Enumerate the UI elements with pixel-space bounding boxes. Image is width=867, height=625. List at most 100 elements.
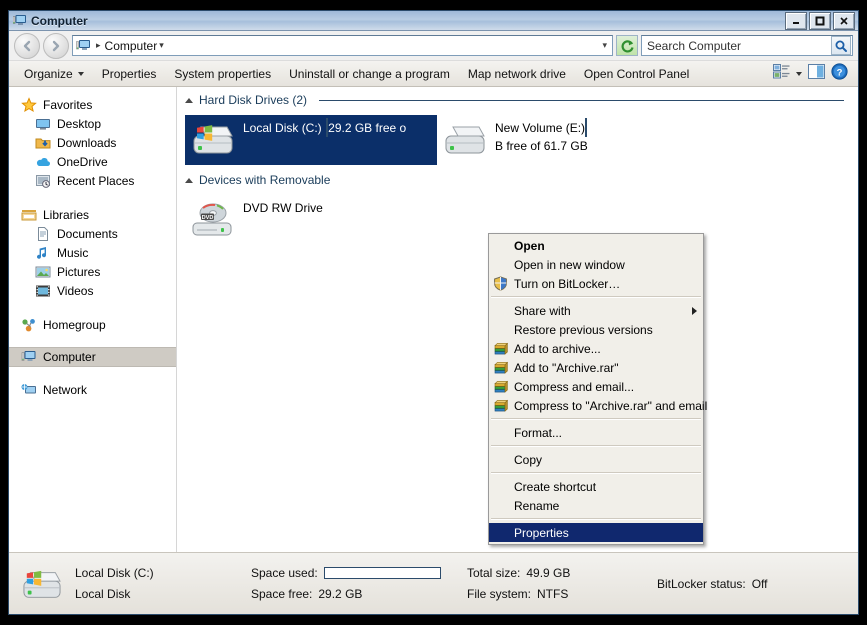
dvd-drive-icon: DVD: [191, 199, 235, 239]
context-menu-label: Open: [514, 238, 545, 253]
preview-pane-icon[interactable]: [808, 63, 825, 84]
sidebar-item-videos[interactable]: Videos: [9, 281, 176, 300]
desktop-background: Computer ▸ Computer ▾ ▾ Search Computer …: [0, 0, 867, 625]
breadcrumb-computer[interactable]: Computer: [105, 39, 158, 53]
collapse-triangle-icon[interactable]: [185, 97, 193, 103]
toolbar-label: Organize: [24, 66, 73, 81]
address-history-dropdown[interactable]: ▾: [602, 40, 610, 51]
sidebar-item-pictures[interactable]: Pictures: [9, 262, 176, 281]
no-icon: [493, 498, 509, 514]
winrar-icon: [493, 341, 509, 357]
details-column-bitlocker: BitLocker status: Off: [657, 566, 846, 601]
command-toolbar: Organize Properties System properties Un…: [9, 61, 858, 87]
drive-free-space: 29.2 GB free o: [328, 121, 407, 135]
toolbar-item-map-network-drive[interactable]: Map network drive: [459, 64, 575, 84]
context-menu-item-copy[interactable]: Copy: [489, 450, 703, 469]
context-menu-item-rename[interactable]: Rename: [489, 496, 703, 515]
context-menu-label: Add to "Archive.rar": [514, 360, 619, 375]
chevron-down-icon[interactable]: [796, 71, 802, 76]
context-menu-label: Create shortcut: [514, 479, 597, 494]
context-menu-item-open-in-new-window[interactable]: Open in new window: [489, 255, 703, 274]
details-total-size-label: Total size:: [467, 566, 521, 580]
collapse-triangle-icon[interactable]: [185, 177, 193, 183]
help-icon[interactable]: ?: [831, 62, 848, 85]
group-header-label: Devices with Removable: [199, 173, 331, 187]
sidebar-item-label: Pictures: [57, 264, 101, 279]
toolbar-item-system-properties[interactable]: System properties: [165, 64, 280, 84]
group-header-removable-devices[interactable]: Devices with Removable: [177, 165, 858, 189]
sidebar-item-computer[interactable]: Computer: [9, 347, 176, 367]
sidebar-item-label: Downloads: [57, 135, 117, 150]
computer-icon: [76, 39, 91, 53]
context-menu-item-create-shortcut[interactable]: Create shortcut: [489, 477, 703, 496]
nav-group-libraries: Libraries Documents Music Pictures Video…: [9, 205, 176, 300]
toolbar-item-open-control-panel[interactable]: Open Control Panel: [575, 64, 698, 84]
sidebar-item-recent-places[interactable]: Recent Places: [9, 171, 176, 190]
context-menu-item-share-with[interactable]: Share with: [489, 301, 703, 320]
sidebar-item-label: Network: [43, 382, 88, 397]
homegroup-icon: [21, 317, 37, 333]
details-column-space: Space used: Space free: 29.2 GB: [251, 566, 441, 601]
context-menu-item-compress-and-email[interactable]: Compress and email...: [489, 377, 703, 396]
search-input[interactable]: Search Computer: [647, 39, 831, 53]
recent-places-icon: [35, 173, 51, 189]
group-header-hard-disk-drives[interactable]: Hard Disk Drives (2): [177, 87, 858, 109]
details-total-size-value: 49.9 GB: [526, 566, 571, 580]
sidebar-item-onedrive[interactable]: OneDrive: [9, 152, 176, 171]
sidebar-item-documents[interactable]: Documents: [9, 224, 176, 243]
sidebar-item-label: Music: [57, 245, 89, 260]
minimize-button[interactable]: [785, 11, 807, 30]
context-menu-item-restore-previous-versions[interactable]: Restore previous versions: [489, 320, 703, 339]
sidebar-item-homegroup[interactable]: Homegroup: [9, 315, 176, 334]
refresh-button[interactable]: [616, 35, 638, 56]
context-menu-item-format[interactable]: Format...: [489, 423, 703, 442]
breadcrumb-bar[interactable]: ▸ Computer ▾ ▾: [72, 35, 613, 56]
details-column-size: Total size: 49.9 GB File system: NTFS: [441, 566, 657, 601]
context-menu-item-turn-on-bitlocker[interactable]: Turn on BitLocker…: [489, 274, 703, 293]
drive-tiles-hard-disks: Local Disk (C:) 29.2 GB free o New Volum…: [177, 109, 858, 165]
context-menu-item-properties[interactable]: Properties: [489, 523, 703, 542]
address-bar: ▸ Computer ▾ ▾ Search Computer: [9, 31, 858, 61]
no-icon: [493, 303, 509, 319]
sidebar-item-downloads[interactable]: Downloads: [9, 133, 176, 152]
context-menu-item-add-to-archive[interactable]: Add to archive...: [489, 339, 703, 358]
no-icon: [493, 322, 509, 338]
no-icon: [493, 238, 509, 254]
context-menu-item-open[interactable]: Open: [489, 236, 703, 255]
capacity-bar: [326, 118, 329, 137]
downloads-icon: [35, 135, 51, 151]
sidebar-item-desktop[interactable]: Desktop: [9, 114, 176, 133]
toolbar-item-uninstall[interactable]: Uninstall or change a program: [280, 64, 459, 84]
sidebar-item-music[interactable]: Music: [9, 243, 176, 262]
file-list-pane[interactable]: Hard Disk Drives (2) Local Disk (C:) 29.…: [177, 87, 858, 552]
context-menu[interactable]: Open Open in new window Turn on BitLocke…: [488, 233, 707, 545]
back-button[interactable]: [14, 32, 40, 59]
search-box[interactable]: Search Computer: [641, 35, 853, 56]
context-menu-item-add-to-archive-rar[interactable]: Add to "Archive.rar": [489, 358, 703, 377]
sidebar-item-network[interactable]: Network: [9, 380, 176, 399]
sidebar-item-libraries[interactable]: Libraries: [9, 205, 176, 224]
toolbar-item-organize[interactable]: Organize: [15, 64, 93, 84]
context-menu-item-compress-to-archive-rar-and-email[interactable]: Compress to "Archive.rar" and email: [489, 396, 707, 415]
context-menu-label: Add to archive...: [514, 341, 601, 356]
context-menu-label: Turn on BitLocker…: [514, 276, 621, 291]
breadcrumb-dropdown[interactable]: ▾: [157, 40, 168, 51]
search-icon[interactable]: [831, 36, 851, 55]
sidebar-item-favorites[interactable]: Favorites: [9, 95, 176, 114]
favorites-star-icon: [21, 96, 37, 113]
system-drive-icon: [191, 119, 235, 159]
drive-name: Local Disk (C:): [243, 121, 322, 135]
pictures-icon: [35, 264, 51, 280]
forward-button[interactable]: [43, 32, 69, 59]
drive-tile-new-volume-e[interactable]: New Volume (E:) B free of 61.7 GB: [437, 115, 689, 165]
drive-tile-dvd-rw[interactable]: DVD DVD RW Drive: [185, 195, 437, 245]
view-layout-icon[interactable]: [773, 63, 790, 84]
toolbar-item-properties[interactable]: Properties: [93, 64, 166, 84]
onedrive-icon: [35, 154, 51, 170]
close-button[interactable]: [833, 11, 855, 30]
drive-tile-local-disk-c[interactable]: Local Disk (C:) 29.2 GB free o: [185, 115, 437, 165]
libraries-icon: [21, 207, 37, 223]
toolbar-right-group: ?: [773, 62, 852, 85]
maximize-button[interactable]: [809, 11, 831, 30]
